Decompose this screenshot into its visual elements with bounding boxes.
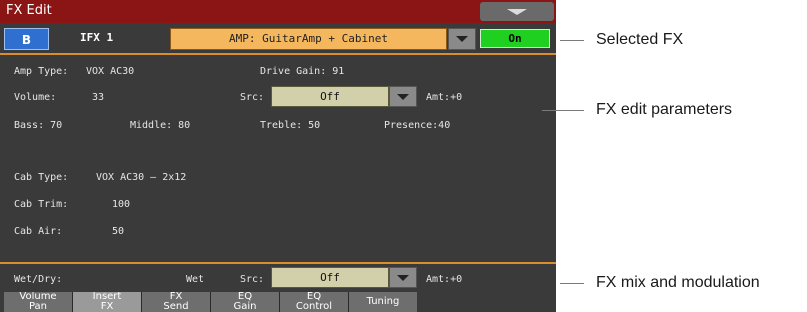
volume-label: Volume:: [14, 92, 57, 103]
callout-selected-fx: Selected FX: [596, 31, 684, 48]
tab-volume-pan-line2: Pan: [28, 301, 48, 312]
callout-mix-mod: FX mix and modulation: [596, 274, 760, 291]
bottom-tabs: Volume Pan Insert FX FX Send EQ Gain EQ …: [0, 292, 556, 312]
volume-amt[interactable]: Amt:+0: [426, 92, 462, 103]
tab-eq-control[interactable]: EQ Control: [280, 292, 348, 312]
tab-eq-gain-line2: Gain: [233, 301, 257, 312]
mix-amt[interactable]: Amt:+0: [426, 274, 462, 285]
mix-src-dropdown[interactable]: [389, 267, 417, 288]
cab-trim-label: Cab Trim:: [14, 199, 69, 210]
tab-tuning[interactable]: Tuning: [349, 292, 417, 312]
volume-src-field[interactable]: Off: [271, 86, 389, 107]
fx-on-toggle[interactable]: On: [480, 29, 550, 48]
amp-type-value[interactable]: VOX AC30: [86, 66, 134, 77]
tab-insert-fx[interactable]: Insert FX: [73, 292, 141, 312]
callout-line-selected-fx: [560, 40, 584, 41]
divider-top: [0, 53, 556, 55]
presence[interactable]: Presence:40: [384, 120, 450, 131]
treble[interactable]: Treble: 50: [260, 120, 320, 131]
mix-src-label: Src:: [240, 274, 265, 285]
fx-selection-row: B IFX 1 AMP: GuitarAmp + Cabinet On: [0, 26, 556, 52]
tab-fx-send[interactable]: FX Send: [142, 292, 210, 312]
tab-insert-fx-line2: FX: [100, 301, 114, 312]
selected-fx-field[interactable]: AMP: GuitarAmp + Cabinet: [170, 28, 447, 50]
cab-type-value[interactable]: VOX AC30 – 2x12: [96, 172, 186, 183]
tab-tuning-line1: Tuning: [366, 296, 400, 307]
wet-dry-value[interactable]: Wet: [186, 274, 204, 285]
wet-dry-label: Wet/Dry:: [14, 274, 63, 285]
tab-eq-gain[interactable]: EQ Gain: [211, 292, 279, 312]
cab-air-value[interactable]: 50: [112, 226, 124, 237]
page-title: FX Edit: [6, 3, 52, 18]
amp-type-label: Amp Type:: [14, 66, 69, 77]
cab-trim-value[interactable]: 100: [112, 199, 130, 210]
fx-slot-label: IFX 1: [80, 31, 114, 44]
drive-gain[interactable]: Drive Gain: 91: [260, 66, 344, 77]
cab-type-label: Cab Type:: [14, 172, 69, 183]
volume-value[interactable]: 33: [92, 92, 104, 103]
fx-dropdown-button[interactable]: [448, 28, 476, 50]
title-bar: FX Edit: [0, 0, 556, 23]
tab-fx-send-line2: Send: [163, 301, 189, 312]
callout-line-edit-params: [542, 110, 584, 111]
callout-line-mix-mod: [560, 283, 584, 284]
cab-air-label: Cab Air:: [14, 226, 63, 237]
fx-bank-button[interactable]: B: [4, 28, 49, 50]
bass[interactable]: Bass: 70: [14, 120, 62, 131]
page-menu-button[interactable]: [480, 2, 554, 21]
tab-eq-control-line2: Control: [295, 301, 333, 312]
volume-src-label: Src:: [240, 92, 265, 103]
callout-edit-params: FX edit parameters: [596, 101, 733, 118]
divider-bottom: [0, 262, 556, 264]
tab-volume-pan[interactable]: Volume Pan: [4, 292, 72, 312]
mix-src-field[interactable]: Off: [271, 267, 389, 288]
volume-src-dropdown[interactable]: [389, 86, 417, 107]
fx-edit-panel: FX Edit B IFX 1 AMP: GuitarAmp + Cabinet…: [0, 0, 556, 312]
middle[interactable]: Middle: 80: [130, 120, 190, 131]
